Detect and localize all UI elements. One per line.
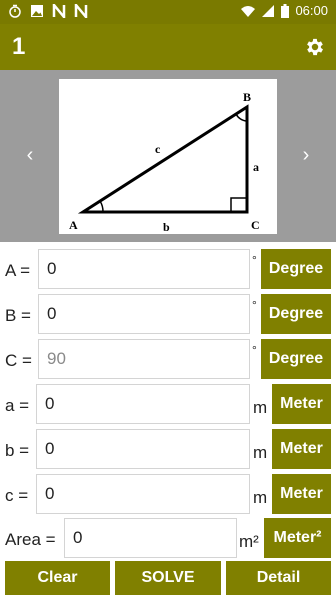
app-bar: 1 — [0, 24, 336, 70]
row-side-b: b = 0 m Meter — [0, 429, 336, 471]
vertex-b-label: B — [243, 90, 251, 104]
side-a-input[interactable]: 0 — [36, 384, 250, 424]
side-c-label: c — [155, 142, 161, 156]
image-icon — [31, 5, 43, 17]
bottom-bar: Clear SOLVE Detail — [0, 558, 336, 598]
timer-icon — [9, 4, 21, 18]
angle-c-unit-button[interactable]: Degree — [261, 339, 331, 379]
area-unit-button[interactable]: Meter² — [264, 518, 331, 558]
side-b-input[interactable]: 0 — [36, 429, 250, 469]
side-a-label: a = — [5, 396, 30, 415]
vertex-a-label: A — [69, 218, 78, 232]
side-c-unit-button[interactable]: Meter — [272, 474, 331, 514]
status-time: 06:00 — [295, 3, 328, 18]
gear-icon[interactable] — [304, 36, 326, 58]
row-side-c: c = 0 m Meter — [0, 474, 336, 516]
angle-c-label: C = — [5, 351, 32, 370]
detail-button[interactable]: Detail — [226, 561, 331, 595]
row-angle-a: A = 0 ° Degree — [0, 249, 336, 291]
battery-icon — [281, 3, 290, 18]
vertex-c-label: C — [251, 218, 260, 232]
side-c-unit: m — [253, 488, 268, 507]
side-a-label: a — [253, 160, 259, 174]
angle-a-label: A = — [5, 261, 31, 280]
angle-a-input[interactable]: 0 — [38, 249, 250, 289]
row-area: Area = 0 m² Meter² — [0, 518, 336, 560]
side-b-unit: m — [253, 443, 268, 462]
degree-symbol: ° — [252, 343, 257, 357]
area-input[interactable]: 0 — [64, 518, 237, 558]
status-bar: 06:00 — [0, 0, 336, 24]
side-c-input[interactable]: 0 — [36, 474, 250, 514]
side-b-label: b — [163, 220, 170, 234]
signal-icon — [262, 4, 275, 17]
side-a-unit-button[interactable]: Meter — [272, 384, 331, 424]
area-unit: m² — [239, 532, 259, 551]
wifi-icon — [241, 5, 256, 17]
diagram-carousel: ‹ A B C a b c › — [0, 70, 336, 242]
side-b-unit-button[interactable]: Meter — [272, 429, 331, 469]
previous-arrow-icon[interactable]: ‹ — [20, 144, 40, 166]
row-side-a: a = 0 m Meter — [0, 384, 336, 426]
clear-button[interactable]: Clear — [5, 561, 110, 595]
angle-b-label: B = — [5, 306, 31, 325]
degree-symbol: ° — [252, 298, 257, 312]
app-title: 1 — [12, 33, 26, 60]
row-angle-c: C = 90 ° Degree — [0, 339, 336, 381]
degree-symbol: ° — [252, 253, 257, 267]
side-a-unit: m — [253, 398, 268, 417]
angle-b-unit-button[interactable]: Degree — [261, 294, 331, 334]
next-arrow-icon[interactable]: › — [296, 144, 316, 166]
angle-a-unit-button[interactable]: Degree — [261, 249, 331, 289]
area-label: Area = — [5, 530, 56, 549]
triangle-diagram: A B C a b c — [59, 79, 277, 234]
n-icon — [74, 4, 88, 18]
row-angle-b: B = 0 ° Degree — [0, 294, 336, 336]
angle-c-input: 90 — [38, 339, 250, 379]
side-c-label: c = — [5, 486, 29, 505]
angle-b-input[interactable]: 0 — [38, 294, 250, 334]
n-icon — [52, 4, 66, 18]
solve-button[interactable]: SOLVE — [115, 561, 221, 595]
side-b-label: b = — [5, 441, 30, 460]
